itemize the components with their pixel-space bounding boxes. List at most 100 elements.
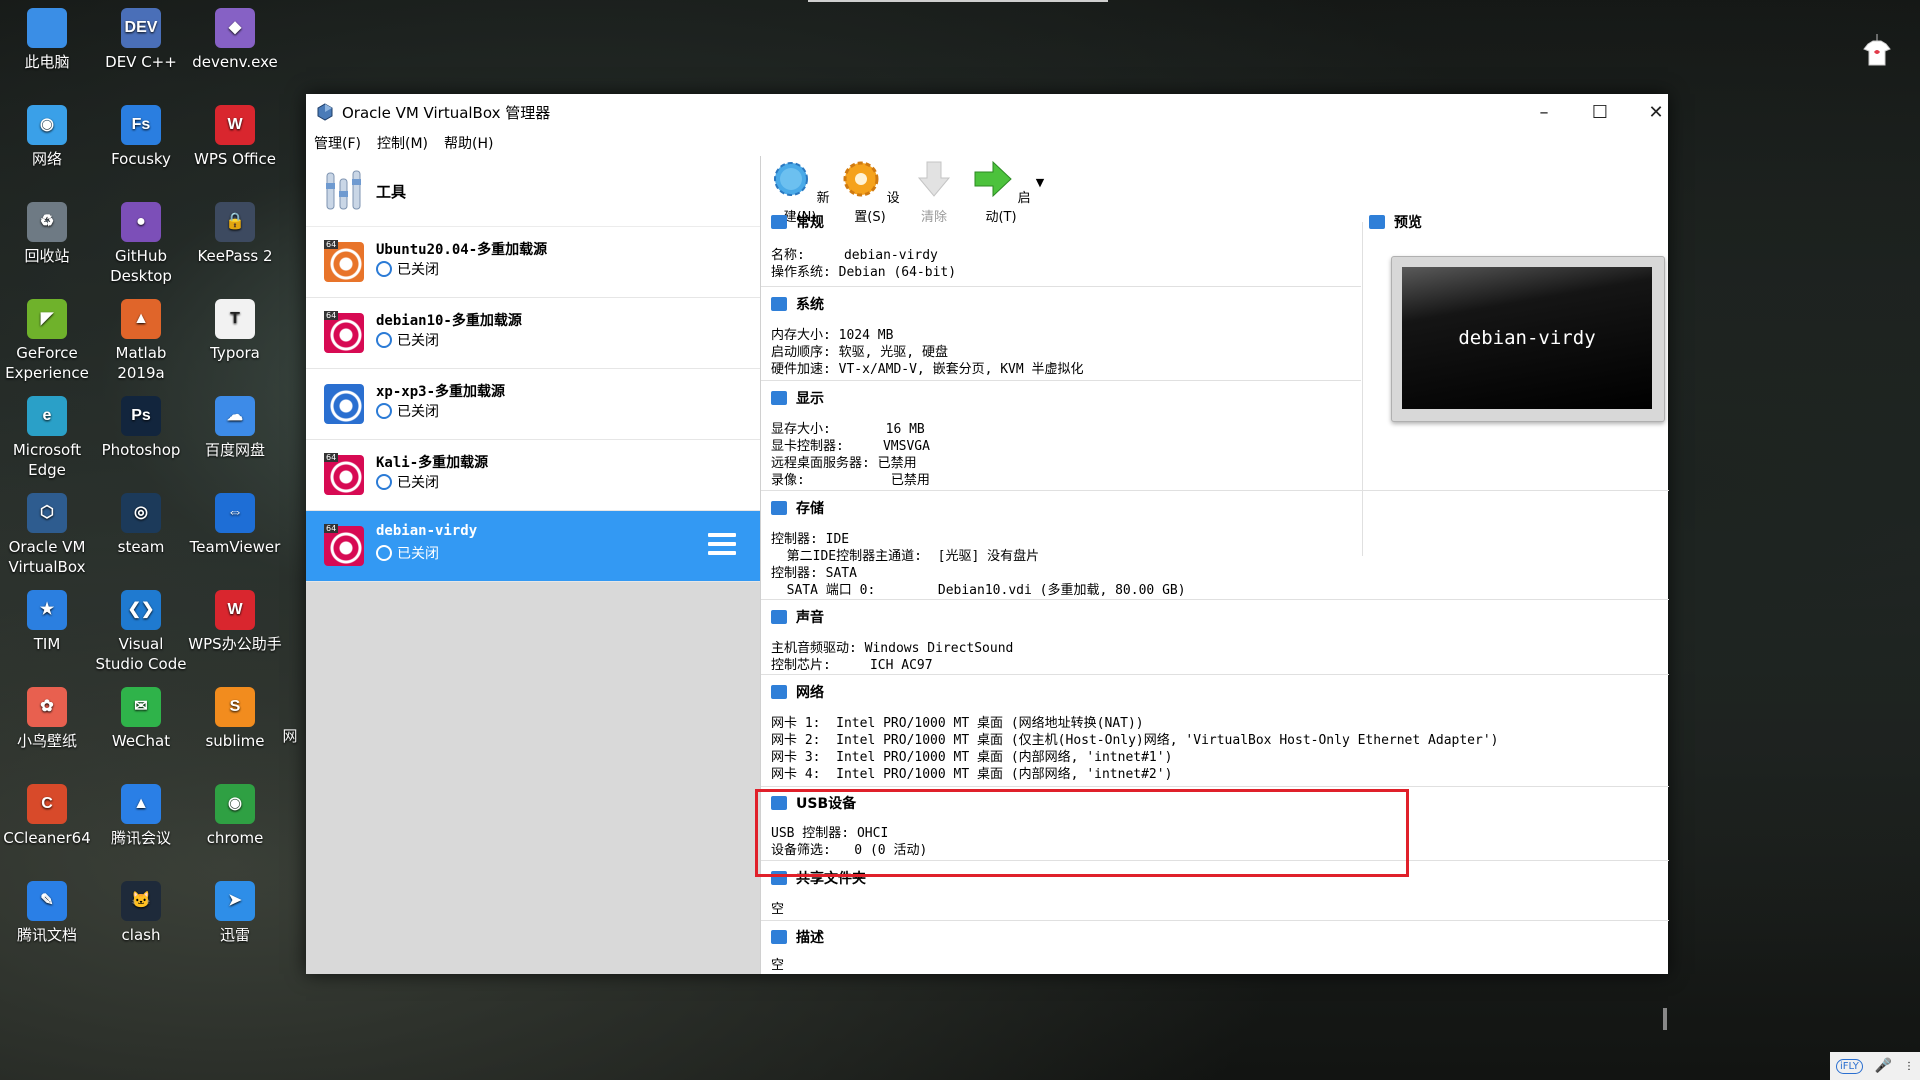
desktop-icon[interactable]: ✎ 腾讯文档 — [0, 875, 94, 945]
tray-expand-icon[interactable]: ⋮ — [1904, 1061, 1914, 1072]
network-section-header[interactable]: 网络 — [771, 682, 824, 702]
new-gear-icon — [774, 162, 809, 196]
desktop-icon[interactable]: T Typora — [188, 293, 282, 363]
minimize-button[interactable]: – — [1516, 94, 1572, 130]
desktop-icon[interactable]: Ssublime — [188, 681, 282, 751]
description-section-icon — [771, 930, 787, 944]
system-tray: iFLY 🎤 ⋮ — [1830, 1052, 1920, 1080]
vm-details-menu-icon[interactable] — [708, 533, 736, 559]
settings-button[interactable]: 设置(S) — [839, 158, 901, 225]
desktop-icon[interactable]: ◉ 网络 — [0, 99, 94, 169]
close-button[interactable]: ✕ — [1628, 94, 1684, 130]
divider — [761, 286, 1361, 287]
arch-badge: 64 — [324, 524, 339, 533]
menu-control[interactable]: 控制(M) — [377, 133, 428, 153]
system-section-header[interactable]: 系统 — [771, 294, 824, 314]
desktop-icon[interactable]: ▲ Matlab 2019a — [94, 293, 188, 383]
desktop-icon-label: steam — [117, 538, 165, 556]
desktop-icon-label: WPS Office — [194, 150, 276, 168]
desktop-icon[interactable]: 🔒 KeePass 2 — [188, 196, 282, 266]
desktop-icon-label: GeForce Experience — [5, 344, 89, 382]
menu-file[interactable]: 管理(F) — [314, 133, 361, 153]
desktop-icon[interactable]: Ps Photoshop — [94, 390, 188, 460]
desktop-icon[interactable]: W WPS办公助手 — [188, 584, 282, 654]
display-section-header[interactable]: 显示 — [771, 388, 824, 408]
desktop-icon[interactable]: ● GitHub Desktop — [94, 196, 188, 286]
desktop-icon[interactable]: ♻ 回收站 — [0, 196, 94, 266]
vm-list-item[interactable]: 64 Kali-多重加载源 已关闭 — [306, 440, 760, 511]
app-icon: ♻ — [27, 202, 67, 242]
divider — [761, 786, 1669, 787]
desktop-icon[interactable]: ◎ steam — [94, 487, 188, 557]
tshirt-icon[interactable] — [1860, 34, 1894, 68]
menu-help[interactable]: 帮助(H) — [444, 133, 493, 153]
vm-name: debian10-多重加载源 — [376, 313, 522, 329]
desktop-icon[interactable]: ✿ 小鸟壁纸 — [0, 681, 94, 751]
virtualbox-manager-window: Oracle VM VirtualBox 管理器 – ☐ ✕ 管理(F) 控制(… — [306, 94, 1669, 1030]
desktop-icon[interactable]: ☁ 百度网盘 — [188, 390, 282, 460]
desktop-icon[interactable]: 此电脑 — [0, 2, 94, 72]
divider — [761, 599, 1669, 600]
os-logo-icon — [324, 384, 364, 424]
desktop-icon[interactable]: C CCleaner64 — [0, 778, 94, 848]
desktop-icon-label: Typora — [210, 344, 260, 362]
start-button[interactable]: 启动(T) — [971, 158, 1031, 225]
desktop-icon[interactable]: Fs Focusky — [94, 99, 188, 169]
start-dropdown-icon[interactable]: ▼ — [1033, 176, 1047, 189]
preview-section-header[interactable]: 预览 — [1369, 212, 1422, 232]
vm-state: 已关闭 — [376, 259, 439, 279]
os-logo-icon: 64 — [324, 311, 364, 353]
desktop-icon[interactable]: ★ TIM — [0, 584, 94, 654]
desktop-icon[interactable]: W WPS Office — [188, 99, 282, 169]
vm-state: 已关闭 — [376, 472, 439, 492]
desktop-icon[interactable]: ➤ 迅雷 — [188, 875, 282, 945]
vm-state-label: 已关闭 — [397, 475, 439, 491]
vm-list-item[interactable]: 64 debian-virdy 已关闭 — [306, 511, 760, 582]
audio-section-icon — [771, 610, 787, 624]
scrollbar-thumb[interactable] — [1663, 1008, 1667, 1030]
app-icon: ◉ — [215, 784, 255, 824]
maximize-button[interactable]: ☐ — [1572, 94, 1628, 130]
divider — [761, 380, 1361, 381]
desktop-icon[interactable]: ⬡ Oracle VM VirtualBox — [0, 487, 94, 577]
vm-list-item[interactable]: 64 Ubuntu20.04-多重加载源 已关闭 — [306, 227, 760, 298]
desktop-icon-label: clash — [121, 926, 161, 944]
start-arrow-icon — [974, 160, 1013, 198]
app-icon: ▲ — [121, 299, 161, 339]
audio-section-header[interactable]: 声音 — [771, 607, 824, 627]
desktop-icon-label: 腾讯文档 — [16, 926, 77, 944]
app-icon: T — [215, 299, 255, 339]
general-section-header[interactable]: 常规 — [771, 212, 824, 232]
system-section-icon — [771, 297, 787, 311]
system-title: 系统 — [796, 297, 824, 313]
vm-state: 已关闭 — [376, 543, 439, 563]
network-title: 网络 — [796, 685, 824, 701]
desktop-icon[interactable]: e Microsoft Edge — [0, 390, 94, 480]
vm-list-item[interactable]: xp-xp3-多重加载源 已关闭 — [306, 369, 760, 440]
desktop-icon[interactable]: ▲ 腾讯会议 — [94, 778, 188, 848]
desktop-icon[interactable]: ◤ GeForce Experience — [0, 293, 94, 383]
desktop-icon[interactable]: 🐱 clash — [94, 875, 188, 945]
network-section-icon — [771, 685, 787, 699]
description-section-header[interactable]: 描述 — [771, 927, 824, 947]
general-os-line: 操作系统: Debian (64-bit) — [771, 265, 957, 280]
divider — [761, 920, 1669, 921]
desktop-icon[interactable]: ✉ WeChat — [94, 681, 188, 751]
network-adapter-4: 网卡 4: Intel PRO/1000 MT 桌面 (内部网络, 'intne… — [771, 767, 1173, 782]
remove-button[interactable]: 清除 — [909, 158, 959, 225]
app-icon: Ps — [121, 396, 161, 436]
ime-icon[interactable]: iFLY — [1835, 1058, 1863, 1074]
storage-sata-port-line: SATA 端口 0: Debian10.vdi (多重加载, 80.00 GB) — [771, 583, 1186, 598]
vm-list-item[interactable]: 64 debian10-多重加载源 已关闭 — [306, 298, 760, 369]
desktop-icon[interactable]: ⇔ TeamViewer — [188, 487, 282, 557]
microphone-icon[interactable]: 🎤 — [1875, 1058, 1892, 1074]
main-toolbar: 新建(N) 设置(S) 清除 启动(T) ▼ — [761, 156, 1361, 225]
storage-section-header[interactable]: 存储 — [771, 498, 824, 518]
vm-name: Kali-多重加载源 — [376, 455, 489, 471]
desktop-icon[interactable]: ❮❯ Visual Studio Code — [94, 584, 188, 674]
tools-item[interactable]: 工具 — [306, 156, 760, 227]
window-title: Oracle VM VirtualBox 管理器 — [342, 103, 551, 122]
desktop-icon[interactable]: DEV DEV C++ — [94, 2, 188, 72]
desktop-icon[interactable]: ◉ chrome — [188, 778, 282, 848]
desktop-icon[interactable]: ◆ devenv.exe — [188, 2, 282, 72]
